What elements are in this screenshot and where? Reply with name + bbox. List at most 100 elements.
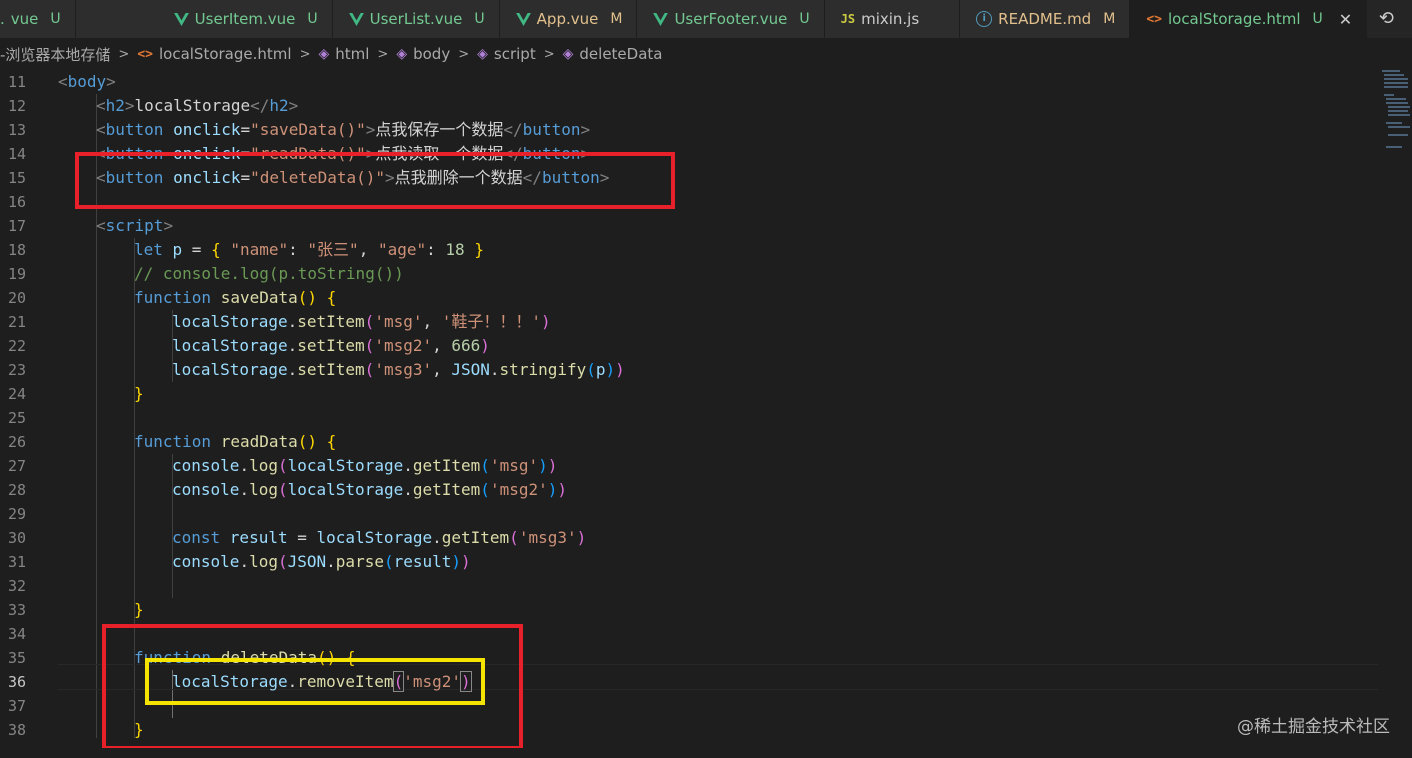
tab-status: M	[610, 11, 623, 27]
code-line: console.log(localStorage.getItem('msg2')…	[172, 480, 568, 499]
line-number: 16	[7, 193, 26, 211]
tab-label: .	[0, 10, 5, 28]
history-icon[interactable]: ⟲	[1379, 8, 1394, 29]
tab-vue-partial[interactable]: . vue U	[0, 0, 76, 38]
code-line: // console.log(p.toString())	[134, 264, 404, 283]
chevron-right-icon: >	[377, 46, 389, 62]
breadcrumb-deletedata[interactable]: ◈ deleteData	[563, 45, 663, 63]
html-icon: <>	[137, 46, 153, 62]
annotation-red-box-button	[75, 152, 675, 209]
code-line: function saveData() {	[134, 288, 337, 307]
line-number: 29	[7, 505, 26, 523]
js-icon: JS	[840, 12, 856, 26]
line-number: 19	[7, 265, 26, 283]
line-number: 18	[7, 241, 26, 259]
tab-useritem[interactable]: UserItem.vue U	[75, 0, 333, 38]
code-line: console.log(JSON.parse(result))	[172, 552, 471, 571]
line-number: 26	[7, 433, 26, 451]
line-number: 31	[7, 553, 26, 571]
code-line: console.log(localStorage.getItem('msg'))	[172, 456, 558, 475]
cube-icon: ◈	[477, 46, 488, 62]
line-number: 11	[7, 73, 26, 91]
tab-readme[interactable]: i README.md M	[960, 0, 1131, 38]
line-number: 15	[7, 169, 26, 187]
tab-label: UserList.vue	[369, 10, 463, 28]
breadcrumb-html[interactable]: ◈ html	[318, 45, 369, 63]
line-number: 35	[7, 649, 26, 667]
vue-icon	[173, 12, 189, 26]
tab-userfooter[interactable]: UserFooter.vue U	[637, 0, 825, 38]
html-icon: <>	[1146, 11, 1162, 27]
line-number: 36	[7, 673, 26, 691]
line-number: 34	[7, 625, 26, 643]
code-line: }	[134, 600, 144, 619]
code-line: <script>	[96, 216, 174, 235]
tab-status: U	[474, 11, 485, 27]
tab-status: U	[799, 11, 810, 27]
tab-userlist[interactable]: UserList.vue U	[332, 0, 500, 38]
breadcrumb-label: html	[335, 45, 370, 63]
tab-label: App.vue	[536, 10, 599, 28]
code-line: localStorage.setItem('msg2', 666)	[172, 336, 490, 355]
chevron-right-icon: >	[299, 46, 311, 62]
tab-label: mixin.js	[861, 10, 920, 28]
tab-localstorage[interactable]: <> localStorage.html U ✕	[1130, 0, 1368, 38]
tab-status: M	[1103, 11, 1116, 27]
cube-icon: ◈	[562, 46, 574, 62]
line-number: 28	[7, 481, 26, 499]
chevron-right-icon: >	[543, 46, 555, 62]
code-line: <button onclick="saveData()">点我保存一个数据</b…	[96, 120, 591, 139]
line-number: 27	[7, 457, 26, 475]
breadcrumb-folder[interactable]: -浏览器本地存储	[0, 44, 110, 65]
watermark: @稀土掘金技术社区	[1237, 717, 1390, 737]
line-number: 20	[7, 289, 26, 307]
breadcrumb: -浏览器本地存储 > <> localStorage.html > ◈ html >…	[0, 38, 1412, 70]
line-number: 30	[7, 529, 26, 547]
code-editor[interactable]: 11 12 13 14 15 16 17 18 19 20 21 22 23 2…	[0, 70, 1380, 750]
breadcrumb-label: deleteData	[579, 45, 663, 63]
cube-icon: ◈	[396, 46, 408, 62]
cube-icon: ◈	[318, 46, 330, 62]
breadcrumb-body[interactable]: ◈ body	[396, 45, 450, 63]
breadcrumb-file[interactable]: <> localStorage.html	[137, 45, 291, 63]
line-number: 38	[7, 721, 26, 739]
code-line: <h2>localStorage</h2>	[96, 96, 299, 115]
line-number: 17	[7, 217, 26, 235]
tab-label: UserFooter.vue	[674, 10, 788, 28]
code-line: localStorage.setItem('msg', '鞋子！！！')	[172, 312, 551, 331]
breadcrumb-script[interactable]: ◈ script	[477, 45, 536, 63]
tab-mixin[interactable]: JS mixin.js	[824, 0, 961, 38]
tab-status: U	[50, 11, 61, 27]
tab-app[interactable]: App.vue M	[499, 0, 638, 38]
code-line: }	[134, 384, 144, 403]
chevron-right-icon: >	[118, 46, 130, 62]
code-line: localStorage.setItem('msg3', JSON.string…	[172, 360, 625, 379]
line-number: 22	[7, 337, 26, 355]
editor-tab-bar: . vue U UserItem.vue U UserList.vue U App…	[0, 0, 1412, 38]
code-line: const result = localStorage.getItem('msg…	[172, 528, 587, 547]
line-number: 12	[7, 97, 26, 115]
line-number: 14	[7, 145, 26, 163]
chevron-right-icon: >	[458, 46, 470, 62]
breadcrumb-label: script	[493, 45, 536, 63]
line-number: 32	[7, 577, 26, 595]
breadcrumb-label: body	[413, 45, 451, 63]
close-icon[interactable]: ✕	[1339, 10, 1352, 29]
info-icon: i	[976, 11, 993, 27]
tab-label: UserItem.vue	[194, 10, 296, 28]
line-number: 25	[7, 409, 26, 427]
line-number: 37	[7, 697, 26, 715]
code-line: function readData() {	[134, 432, 337, 451]
minimap[interactable]	[1380, 70, 1412, 160]
vue-icon	[348, 12, 364, 26]
tab-label: localStorage.html	[1167, 10, 1301, 28]
tab-label: vue	[10, 10, 39, 28]
line-number: 33	[7, 601, 26, 619]
line-number: 21	[7, 313, 26, 331]
line-number: 13	[7, 121, 26, 139]
vue-icon	[515, 12, 531, 26]
tab-status: U	[307, 11, 318, 27]
code-line: let p = { "name": "张三", "age": 18 }	[134, 240, 484, 259]
breadcrumb-file-label: localStorage.html	[158, 45, 292, 63]
bottom-panel-tabs	[0, 748, 1412, 758]
